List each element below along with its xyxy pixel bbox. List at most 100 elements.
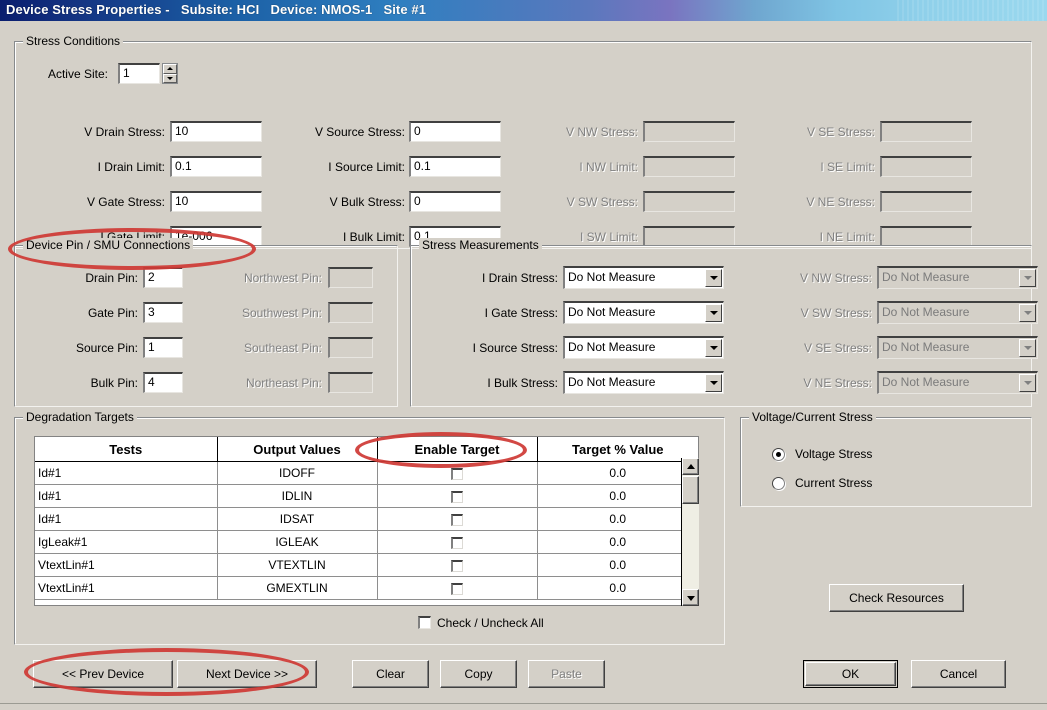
chevron-down-icon[interactable] xyxy=(705,339,722,357)
table-row[interactable]: Id#1 IDSAT 0.0 xyxy=(35,507,698,531)
cell-enable[interactable] xyxy=(377,553,538,577)
field-input-v-gate-stress[interactable]: 10 xyxy=(170,191,262,212)
cell-test[interactable]: VtextLin#1 xyxy=(35,553,218,577)
prev-device-button[interactable]: << Prev Device xyxy=(33,660,173,688)
field-label-northwest-pin: Northwest Pin: xyxy=(243,271,322,285)
cell-output[interactable]: GMEXTLIN xyxy=(217,576,378,600)
ok-button[interactable]: OK xyxy=(803,660,898,688)
cell-enable[interactable] xyxy=(377,576,538,600)
cell-test[interactable]: Id#1 xyxy=(35,484,218,508)
enable-target-checkbox[interactable] xyxy=(451,536,463,549)
measure-label-v-sw-stress: V SW Stress: xyxy=(800,306,872,320)
radio-current-stress-label[interactable]: Current Stress xyxy=(795,476,955,491)
field-input-v-ne-stress xyxy=(880,191,972,212)
field-label-source-pin: Source Pin: xyxy=(75,341,138,355)
next-device-button[interactable]: Next Device >> xyxy=(177,660,317,688)
table-row[interactable]: VtextLin#1 VTEXTLIN 0.0 xyxy=(35,553,698,577)
field-input-i-se-limit xyxy=(880,156,972,177)
enable-target-checkbox[interactable] xyxy=(451,513,463,526)
chevron-down-icon xyxy=(1019,304,1036,322)
table-row[interactable]: IgLeak#1 IGLEAK 0.0 xyxy=(35,530,698,554)
scroll-up-arrow-icon[interactable] xyxy=(682,458,699,475)
measure-combo-v-se-stress-value: Do Not Measure xyxy=(882,340,970,354)
cell-test[interactable]: VtextLin#1 xyxy=(35,576,218,600)
table-row[interactable]: Id#1 IDLIN 0.0 xyxy=(35,484,698,508)
column-header-target-percent-value[interactable]: Target % Value xyxy=(537,437,698,462)
field-input-v-source-stress[interactable]: 0 xyxy=(409,121,501,142)
table-row[interactable]: Id#1 IDOFF 0.0 xyxy=(35,461,698,485)
cell-target[interactable]: 0.0 xyxy=(537,507,698,531)
spinner-up-icon[interactable] xyxy=(163,64,177,74)
cell-target[interactable]: 0.0 xyxy=(537,530,698,554)
field-input-i-source-limit[interactable]: 0.1 xyxy=(409,156,501,177)
cell-output[interactable]: IDSAT xyxy=(217,507,378,531)
chevron-down-icon[interactable] xyxy=(705,374,722,392)
cell-target[interactable]: 0.0 xyxy=(537,576,698,600)
measure-combo-i-bulk-stress[interactable]: Do Not Measure xyxy=(563,371,724,394)
cancel-button[interactable]: Cancel xyxy=(911,660,1006,688)
column-header-output-values[interactable]: Output Values xyxy=(217,437,378,462)
cell-enable[interactable] xyxy=(377,461,538,485)
title-bar-texture xyxy=(897,0,1047,21)
radio-voltage-stress[interactable] xyxy=(772,448,785,461)
cell-output[interactable]: IGLEAK xyxy=(217,530,378,554)
field-input-gate-pin[interactable]: 3 xyxy=(143,302,183,323)
active-site-spinner[interactable] xyxy=(162,63,178,84)
measure-combo-i-source-stress[interactable]: Do Not Measure xyxy=(563,336,724,359)
measure-combo-i-gate-stress[interactable]: Do Not Measure xyxy=(563,301,724,324)
active-site-input[interactable]: 1 xyxy=(118,63,160,84)
column-header-tests[interactable]: Tests xyxy=(35,437,218,462)
copy-button[interactable]: Copy xyxy=(440,660,517,688)
field-label-i-source-limit: I Source Limit: xyxy=(328,160,405,174)
field-input-source-pin[interactable]: 1 xyxy=(143,337,183,358)
cell-enable[interactable] xyxy=(377,484,538,508)
cell-target[interactable]: 0.0 xyxy=(537,553,698,577)
measure-combo-v-se-stress: Do Not Measure xyxy=(877,336,1038,359)
cell-test[interactable]: Id#1 xyxy=(35,461,218,485)
clear-button[interactable]: Clear xyxy=(352,660,429,688)
measure-label-v-nw-stress: V NW Stress: xyxy=(799,271,872,285)
radio-current-stress[interactable] xyxy=(772,477,785,490)
field-input-v-bulk-stress[interactable]: 0 xyxy=(409,191,501,212)
cell-enable[interactable] xyxy=(377,507,538,531)
check-resources-button[interactable]: Check Resources xyxy=(829,584,964,612)
group-voltage-current-stress-legend: Voltage/Current Stress xyxy=(749,410,876,424)
measure-combo-v-sw-stress-value: Do Not Measure xyxy=(882,305,970,319)
field-input-v-drain-stress[interactable]: 10 xyxy=(170,121,262,142)
measure-label-i-source-stress: I Source Stress: xyxy=(472,341,558,355)
field-label-v-drain-stress: V Drain Stress: xyxy=(84,125,165,139)
measure-combo-i-drain-stress[interactable]: Do Not Measure xyxy=(563,266,724,289)
field-label-southeast-pin: Southeast Pin: xyxy=(243,341,322,355)
spinner-down-icon[interactable] xyxy=(163,73,177,83)
check-uncheck-all-checkbox[interactable] xyxy=(418,616,431,629)
cell-target[interactable]: 0.0 xyxy=(537,461,698,485)
field-label-v-gate-stress: V Gate Stress: xyxy=(86,195,165,209)
cell-output[interactable]: IDOFF xyxy=(217,461,378,485)
cell-test[interactable]: IgLeak#1 xyxy=(35,530,218,554)
scrollbar-thumb[interactable] xyxy=(682,476,699,504)
scroll-down-arrow-icon[interactable] xyxy=(682,589,699,606)
chevron-down-icon[interactable] xyxy=(705,304,722,322)
column-header-enable-target[interactable]: Enable Target xyxy=(377,437,538,462)
field-input-bulk-pin[interactable]: 4 xyxy=(143,372,183,393)
field-input-drain-pin[interactable]: 2 xyxy=(143,267,183,288)
cell-enable[interactable] xyxy=(377,530,538,554)
field-input-northeast-pin xyxy=(328,372,373,393)
cell-output[interactable]: IDLIN xyxy=(217,484,378,508)
table-row[interactable]: VtextLin#1 GMEXTLIN 0.0 xyxy=(35,576,698,600)
group-voltage-current-stress: Voltage/Current Stress xyxy=(740,410,1032,507)
cell-output[interactable]: VTEXTLIN xyxy=(217,553,378,577)
enable-target-checkbox[interactable] xyxy=(451,559,463,572)
enable-target-checkbox[interactable] xyxy=(451,582,463,595)
enable-target-checkbox[interactable] xyxy=(451,490,463,503)
degradation-targets-table[interactable]: Tests Output Values Enable Target Target… xyxy=(34,436,699,606)
field-label-v-se-stress: V SE Stress: xyxy=(806,125,875,139)
cell-test[interactable]: Id#1 xyxy=(35,507,218,531)
chevron-down-icon[interactable] xyxy=(705,269,722,287)
field-label-i-ne-limit: I NE Limit: xyxy=(819,230,875,244)
cell-target[interactable]: 0.0 xyxy=(537,484,698,508)
field-input-i-drain-limit[interactable]: 0.1 xyxy=(170,156,262,177)
radio-voltage-stress-label[interactable]: Voltage Stress xyxy=(795,447,955,462)
enable-target-checkbox[interactable] xyxy=(451,467,463,480)
degradation-table-scrollbar[interactable] xyxy=(681,458,699,606)
